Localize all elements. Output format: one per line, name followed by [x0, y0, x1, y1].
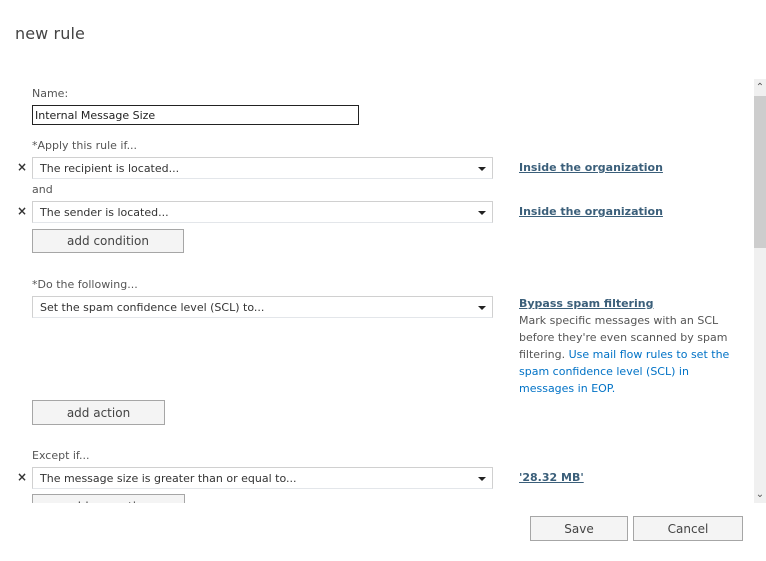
vertical-scrollbar[interactable]: ⌃ ⌄ — [754, 79, 766, 503]
add-exception-button[interactable]: add exception — [32, 494, 185, 503]
condition-1-selected: The recipient is located... — [40, 162, 180, 175]
exception-1-value-link[interactable]: '28.32 MB' — [519, 471, 584, 484]
condition-1-value-link[interactable]: Inside the organization — [519, 161, 663, 174]
rule-form-scroll-area[interactable]: Name: *Apply this rule if... × The recip… — [0, 79, 754, 503]
remove-exception-1-icon[interactable]: × — [17, 471, 27, 483]
save-button[interactable]: Save — [530, 516, 628, 541]
condition-2-value-link[interactable]: Inside the organization — [519, 205, 663, 218]
name-label: Name: — [32, 87, 69, 100]
chevron-down-icon — [478, 477, 486, 481]
exception-1-dropdown[interactable]: The message size is greater than or equa… — [32, 467, 493, 489]
scroll-up-icon[interactable]: ⌃ — [754, 79, 766, 96]
except-if-label: Except if... — [32, 449, 90, 462]
remove-condition-1-icon[interactable]: × — [17, 161, 27, 173]
action-selected: Set the spam confidence level (SCL) to..… — [40, 301, 265, 314]
chevron-down-icon — [478, 306, 486, 310]
action-value-link[interactable]: Bypass spam filtering — [519, 297, 653, 310]
scrollbar-thumb[interactable] — [754, 96, 766, 248]
scroll-down-icon[interactable]: ⌄ — [754, 486, 766, 503]
condition-1-dropdown[interactable]: The recipient is located... — [32, 157, 493, 179]
page-title: new rule — [15, 24, 85, 43]
add-action-button[interactable]: add action — [32, 400, 165, 425]
chevron-down-icon — [478, 211, 486, 215]
add-condition-button[interactable]: add condition — [32, 229, 184, 253]
name-input[interactable] — [32, 105, 359, 125]
condition-2-selected: The sender is located... — [40, 206, 169, 219]
action-dropdown[interactable]: Set the spam confidence level (SCL) to..… — [32, 296, 493, 318]
chevron-down-icon — [478, 167, 486, 171]
remove-condition-2-icon[interactable]: × — [17, 205, 27, 217]
action-description: Mark specific messages with an SCL befor… — [519, 312, 741, 397]
do-following-label: *Do the following... — [32, 278, 138, 291]
exception-1-selected: The message size is greater than or equa… — [40, 472, 297, 485]
apply-rule-label: *Apply this rule if... — [32, 139, 138, 152]
and-label: and — [32, 183, 53, 196]
condition-2-dropdown[interactable]: The sender is located... — [32, 201, 493, 223]
cancel-button[interactable]: Cancel — [633, 516, 743, 541]
